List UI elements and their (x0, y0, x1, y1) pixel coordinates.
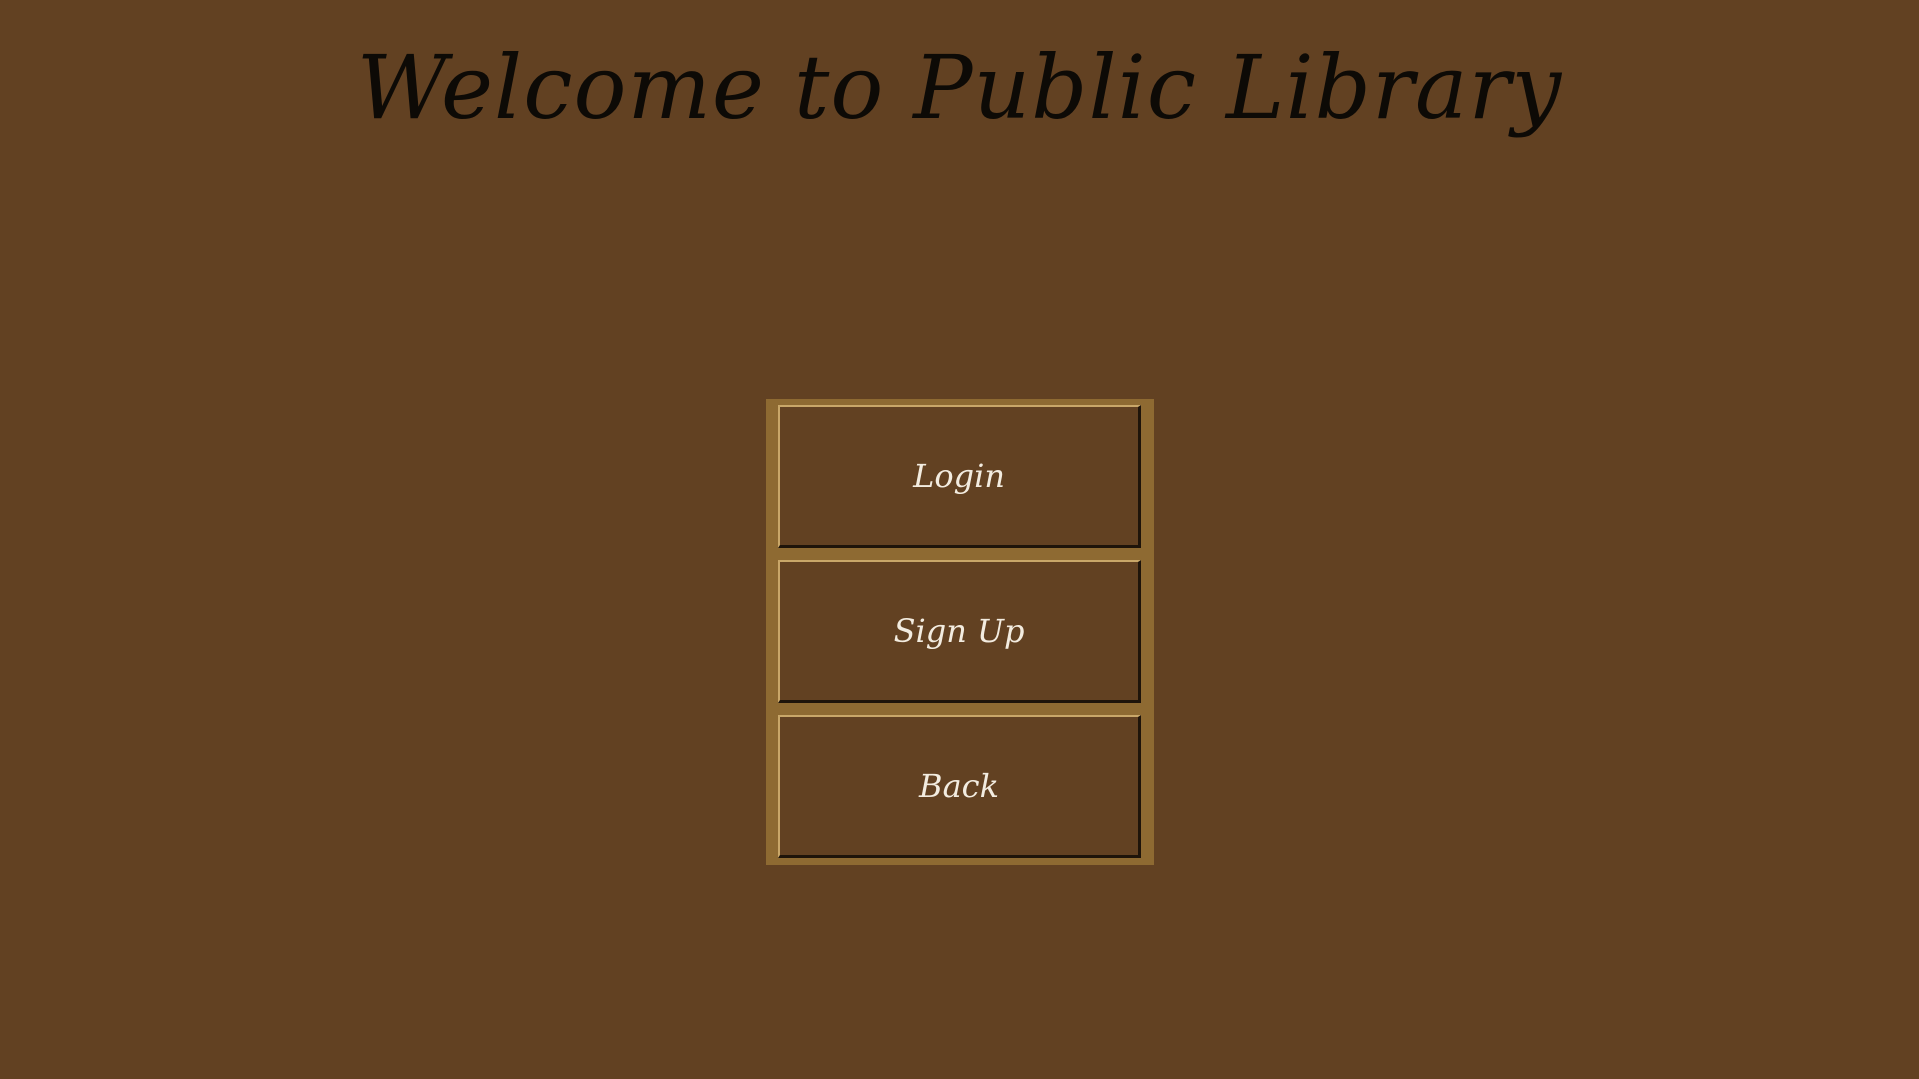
menu-panel: Login Sign Up Back (766, 399, 1154, 865)
login-button-label: Login (913, 457, 1005, 495)
page-title: Welcome to Public Library (356, 36, 1563, 139)
back-button[interactable]: Back (778, 715, 1141, 858)
main-screen: Welcome to Public Library Login Sign Up … (0, 0, 1919, 1079)
signup-button-label: Sign Up (893, 612, 1025, 650)
login-button[interactable]: Login (778, 405, 1141, 548)
back-button-label: Back (919, 767, 999, 805)
signup-button[interactable]: Sign Up (778, 560, 1141, 703)
